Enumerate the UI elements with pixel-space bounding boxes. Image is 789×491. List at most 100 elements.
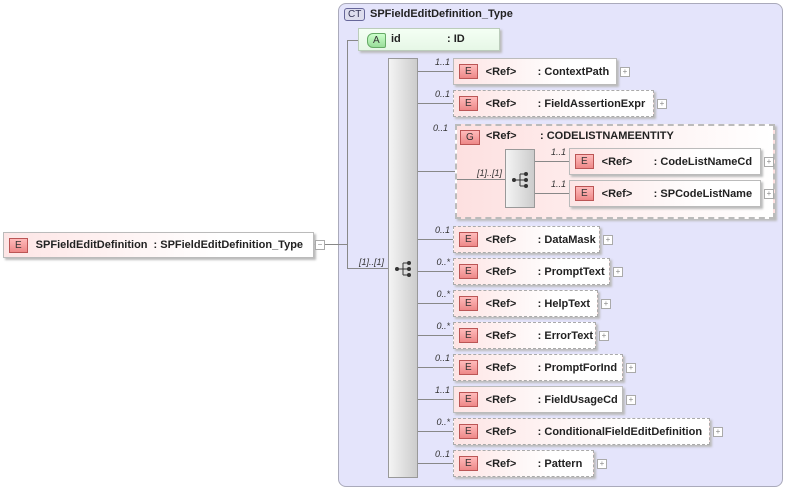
element-badge: E xyxy=(459,232,478,247)
multiplicity-label: 0..1 xyxy=(434,225,450,235)
complex-type-badge: CT xyxy=(344,8,366,21)
connector xyxy=(418,239,453,240)
element-badge: E xyxy=(9,237,28,253)
multiplicity-label: 1..1 xyxy=(550,147,566,157)
connector xyxy=(347,268,388,269)
multiplicity-label: 0..1 xyxy=(434,353,450,363)
multiplicity-label: 0..* xyxy=(436,321,450,331)
expand-button[interactable]: + xyxy=(597,459,607,469)
element-badge: E xyxy=(459,456,478,471)
complex-type-title: SPFieldEditDefinition_Type xyxy=(370,8,513,20)
connector xyxy=(418,71,453,72)
connector xyxy=(535,161,569,162)
element-badge: E xyxy=(459,96,478,111)
connector xyxy=(418,367,453,368)
collapse-button[interactable]: − xyxy=(315,240,325,250)
expand-button[interactable]: + xyxy=(613,267,623,277)
expand-button[interactable]: + xyxy=(603,235,613,245)
element-ref: <Ref> xyxy=(601,155,633,168)
multiplicity-label: 1..1 xyxy=(434,385,450,395)
element-contextpath[interactable]: E <Ref> : ContextPath xyxy=(453,58,617,85)
element-fieldassertionexpr[interactable]: E <Ref> : FieldAssertionExpr xyxy=(453,90,654,117)
expand-button[interactable]: + xyxy=(764,189,774,199)
multiplicity-label: 0..1 xyxy=(434,449,450,459)
element-fieldusagecd[interactable]: E <Ref> : FieldUsageCd xyxy=(453,386,623,413)
connector xyxy=(418,463,453,464)
element-errortext[interactable]: E <Ref> : ErrorText xyxy=(453,322,596,349)
element-name: : CodeListNameCd xyxy=(653,155,753,168)
element-badge: E xyxy=(459,264,478,279)
element-ref: <Ref> xyxy=(485,97,517,110)
expand-button[interactable]: + xyxy=(657,99,667,109)
element-name: : DataMask xyxy=(537,233,596,246)
element-promptforind[interactable]: E <Ref> : PromptForInd xyxy=(453,354,623,381)
attribute-badge: A xyxy=(367,33,386,48)
element-ref: <Ref> xyxy=(485,361,517,374)
connector xyxy=(418,335,453,336)
element-badge: E xyxy=(575,186,594,201)
element-prompttext[interactable]: E <Ref> : PromptText xyxy=(453,258,610,285)
element-badge: E xyxy=(459,64,478,79)
multiplicity-label: 0..* xyxy=(436,289,450,299)
connector xyxy=(418,103,453,104)
expand-button[interactable]: + xyxy=(599,331,609,341)
group-sequence-compositor[interactable] xyxy=(505,149,535,208)
element-pattern[interactable]: E <Ref> : Pattern xyxy=(453,450,594,477)
expand-button[interactable]: + xyxy=(601,299,611,309)
element-name: : HelpText xyxy=(537,297,591,310)
attribute-type: : ID xyxy=(447,33,465,45)
element-name: : ConditionalFieldEditDefinition xyxy=(537,425,703,438)
element-ref: <Ref> xyxy=(485,457,517,470)
element-name: : SPCodeListName xyxy=(653,187,753,200)
expand-button[interactable]: + xyxy=(626,395,636,405)
connector xyxy=(535,193,569,194)
element-badge: E xyxy=(459,328,478,343)
multiplicity-label: 0..1 xyxy=(434,89,450,99)
element-helptext[interactable]: E <Ref> : HelpText xyxy=(453,290,598,317)
element-name: : FieldAssertionExpr xyxy=(537,97,646,110)
element-spcodelistname[interactable]: E <Ref> : SPCodeListName xyxy=(569,180,761,207)
element-name: : ErrorText xyxy=(537,329,594,342)
sequence-icon xyxy=(395,261,411,277)
expand-button[interactable]: + xyxy=(713,427,723,437)
element-name: : PromptText xyxy=(537,265,605,278)
group-ref: <Ref> xyxy=(486,130,517,142)
element-datamask[interactable]: E <Ref> : DataMask xyxy=(453,226,600,253)
element-name: : PromptForInd xyxy=(537,361,618,374)
element-ref: <Ref> xyxy=(485,329,517,342)
element-ref: <Ref> xyxy=(485,425,517,438)
connector xyxy=(418,271,453,272)
root-element[interactable]: E SPFieldEditDefinition : SPFieldEditDef… xyxy=(3,232,314,258)
element-conditionalfieldeditdefinition[interactable]: E <Ref> : ConditionalFieldEditDefinition xyxy=(453,418,710,445)
connector xyxy=(418,303,453,304)
element-codelistnamecd[interactable]: E <Ref> : CodeListNameCd xyxy=(569,148,761,175)
element-badge: E xyxy=(575,154,594,169)
choice-multiplicity: [1]..[1] xyxy=(476,168,502,178)
element-ref: <Ref> xyxy=(485,233,517,246)
expand-button[interactable]: + xyxy=(764,157,774,167)
element-ref: <Ref> xyxy=(485,393,517,406)
multiplicity-label: 1..1 xyxy=(550,179,566,189)
element-badge: E xyxy=(459,424,478,439)
multiplicity-label: 0..* xyxy=(436,417,450,427)
sequence-icon xyxy=(512,172,528,188)
element-ref: <Ref> xyxy=(601,187,633,200)
element-ref: <Ref> xyxy=(485,65,517,78)
connector xyxy=(347,40,348,269)
root-element-type: : SPFieldEditDefinition_Type xyxy=(153,239,304,251)
sequence-multiplicity: [1]..[1] xyxy=(358,257,384,267)
group-badge: G xyxy=(460,130,480,145)
attribute-name: id xyxy=(391,33,401,45)
attribute-id[interactable]: A id : ID xyxy=(358,28,500,51)
connector xyxy=(418,171,455,172)
element-ref: <Ref> xyxy=(485,297,517,310)
connector xyxy=(418,431,453,432)
element-badge: E xyxy=(459,392,478,407)
expand-button[interactable]: + xyxy=(620,67,630,77)
expand-button[interactable]: + xyxy=(626,363,636,373)
element-badge: E xyxy=(459,360,478,375)
group-name: : CODELISTNAMEENTITY xyxy=(540,130,674,142)
element-ref: <Ref> xyxy=(485,265,517,278)
sequence-compositor[interactable] xyxy=(388,58,418,478)
multiplicity-label: 0..* xyxy=(436,257,450,267)
